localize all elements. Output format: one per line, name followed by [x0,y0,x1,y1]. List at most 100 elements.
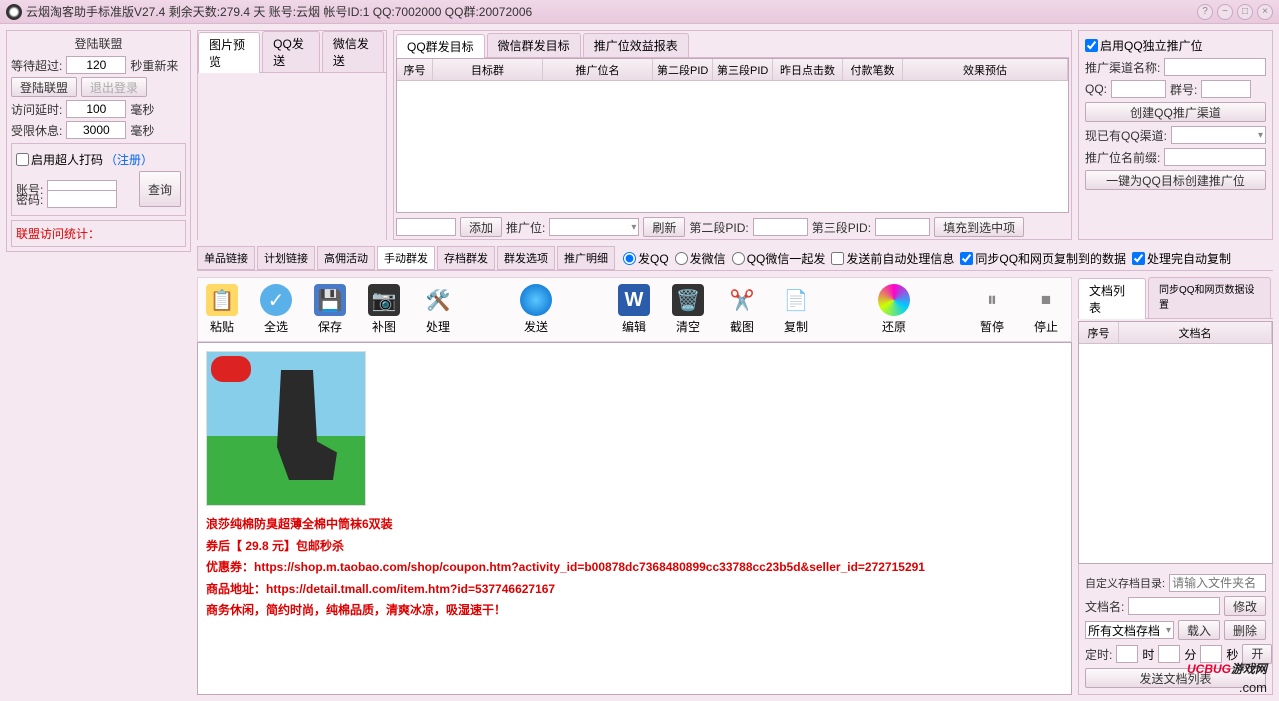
radio-wx[interactable] [675,252,688,265]
login-button[interactable]: 登陆联盟 [11,77,77,97]
limit-input[interactable] [66,121,126,139]
tab-wx-target[interactable]: 微信群发目标 [487,33,581,57]
doc-name-input[interactable] [1128,597,1220,615]
qq-label: QQ: [1085,82,1107,96]
radio-both[interactable] [732,252,745,265]
stats-link[interactable]: 联盟访问统计： [16,227,100,241]
tool-restore[interactable]: 还原 [874,284,914,335]
tab-qq-send[interactable]: QQ发送 [262,31,320,72]
tool-save[interactable]: 💾保存 [310,284,350,335]
wait-input[interactable] [66,56,126,74]
archive-dropdown[interactable]: 所有文档存档 [1085,621,1174,639]
logout-button[interactable]: 退出登录 [81,77,147,97]
th-promo: 推广位名 [543,59,653,80]
one-click-button[interactable]: 一键为QQ目标创建推广位 [1085,170,1266,190]
tool-pause[interactable]: ⏸暂停 [972,284,1012,335]
tool-select-all[interactable]: ✓全选 [256,284,296,335]
cb-post[interactable] [1132,252,1145,265]
pid3-label: 第三段PID: [812,219,871,236]
existing-label: 现已有QQ渠道: [1085,127,1167,144]
group-input[interactable] [1201,80,1251,98]
th-clicks: 昨日点击数 [773,59,843,80]
modify-button[interactable]: 修改 [1224,596,1266,616]
limit-label: 受限休息: [11,122,62,139]
delay-unit: 毫秒 [130,101,154,118]
tool-paste[interactable]: 📋粘贴 [202,284,242,335]
cb-sync[interactable] [960,252,973,265]
mode-tab-plan[interactable]: 计划链接 [257,246,315,270]
qq-input[interactable] [1111,80,1166,98]
product-image [206,351,366,506]
tool-edit[interactable]: W编辑 [614,284,654,335]
sec-input[interactable] [1200,645,1222,663]
doc-tab-sync[interactable]: 同步QQ和网页数据设置 [1148,277,1271,318]
toolbar: 📋粘贴 ✓全选 💾保存 📷补图 🛠️处理 发送 W编辑 🗑️清空 ✂️截图 📄复… [197,277,1072,342]
maximize-button[interactable]: □ [1237,4,1253,20]
start-button[interactable]: 开启 [1242,644,1272,664]
send-list-button[interactable]: 发送文档列表 [1085,668,1266,688]
th-pay: 付款笔数 [843,59,903,80]
add-button[interactable]: 添加 [460,217,502,237]
tool-clear[interactable]: 🗑️清空 [668,284,708,335]
custom-dir-input[interactable] [1169,574,1266,592]
product-line1: 浪莎纯棉防臭超薄全棉中筒袜6双装 [206,514,1063,536]
tab-wx-send[interactable]: 微信发送 [322,31,384,72]
titlebar: 云烟淘客助手标准版V27.4 剩余天数:279.4 天 账号:云烟 帐号ID:1… [0,0,1279,24]
mode-tab-detail[interactable]: 推广明细 [557,246,615,270]
mode-tab-single[interactable]: 单品链接 [197,246,255,270]
target-table[interactable]: 序号 目标群 推广位名 第二段PID 第三段PID 昨日点击数 付款笔数 效果预… [396,58,1069,213]
custom-dir-label: 自定义存档目录: [1085,575,1165,591]
password-input[interactable] [47,190,117,208]
prefix-input[interactable] [1164,148,1266,166]
minimize-button[interactable]: − [1217,4,1233,20]
th-pid3: 第三段PID [713,59,773,80]
doc-name-label: 文档名: [1085,598,1124,615]
delay-label: 访问延时: [11,101,62,118]
group-label: 群号: [1170,81,1197,98]
cb-pre[interactable] [831,252,844,265]
doc-table[interactable]: 序号 文档名 [1078,321,1273,564]
load-button[interactable]: 载入 [1178,620,1220,640]
help-button[interactable]: ? [1197,4,1213,20]
hour-input[interactable] [1116,645,1138,663]
tab-qq-target[interactable]: QQ群发目标 [396,34,485,58]
channel-name-input[interactable] [1164,58,1266,76]
supercode-checkbox[interactable] [16,153,29,166]
channel-name-label: 推广渠道名称: [1085,59,1160,76]
radio-qq[interactable] [623,252,636,265]
add-input[interactable] [396,218,456,236]
promo-dropdown[interactable] [549,218,639,236]
query-button[interactable]: 查询 [139,171,181,207]
tool-copy[interactable]: 📄复制 [776,284,816,335]
supercode-label: 启用超人打码 [31,151,103,168]
tool-send[interactable]: 发送 [516,284,556,335]
refresh-button[interactable]: 刷新 [643,217,685,237]
tool-camera[interactable]: 📷补图 [364,284,404,335]
enable-qq-checkbox[interactable] [1085,39,1098,52]
mode-tab-manual[interactable]: 手动群发 [377,246,435,270]
th-effect: 效果预估 [903,59,1068,80]
mode-tab-high[interactable]: 高佣活动 [317,246,375,270]
mode-tab-options[interactable]: 群发选项 [497,246,555,270]
close-button[interactable]: × [1257,4,1273,20]
doc-tab-list[interactable]: 文档列表 [1078,278,1146,319]
tool-process[interactable]: 🛠️处理 [418,284,458,335]
create-channel-button[interactable]: 创建QQ推广渠道 [1085,102,1266,122]
mode-tab-archive[interactable]: 存档群发 [437,246,495,270]
fill-button[interactable]: 填充到选中项 [934,217,1024,237]
tab-image-preview[interactable]: 图片预览 [198,32,260,73]
min-input[interactable] [1158,645,1180,663]
timer-label: 定时: [1085,646,1112,663]
delete-button[interactable]: 删除 [1224,620,1266,640]
pid2-input[interactable] [753,218,808,236]
tool-screenshot[interactable]: ✂️截图 [722,284,762,335]
tab-report[interactable]: 推广位效益报表 [583,33,689,57]
delay-input[interactable] [66,100,126,118]
th-seq: 序号 [397,59,433,80]
register-link[interactable]: （注册） [105,151,153,168]
existing-dropdown[interactable] [1171,126,1266,144]
tool-stop[interactable]: ⏹停止 [1026,284,1066,335]
pid3-input[interactable] [875,218,930,236]
th-group: 目标群 [433,59,543,80]
content-area[interactable]: 浪莎纯棉防臭超薄全棉中筒袜6双装 券后【 29.8 元】包邮秒杀 优惠券：htt… [197,342,1072,695]
